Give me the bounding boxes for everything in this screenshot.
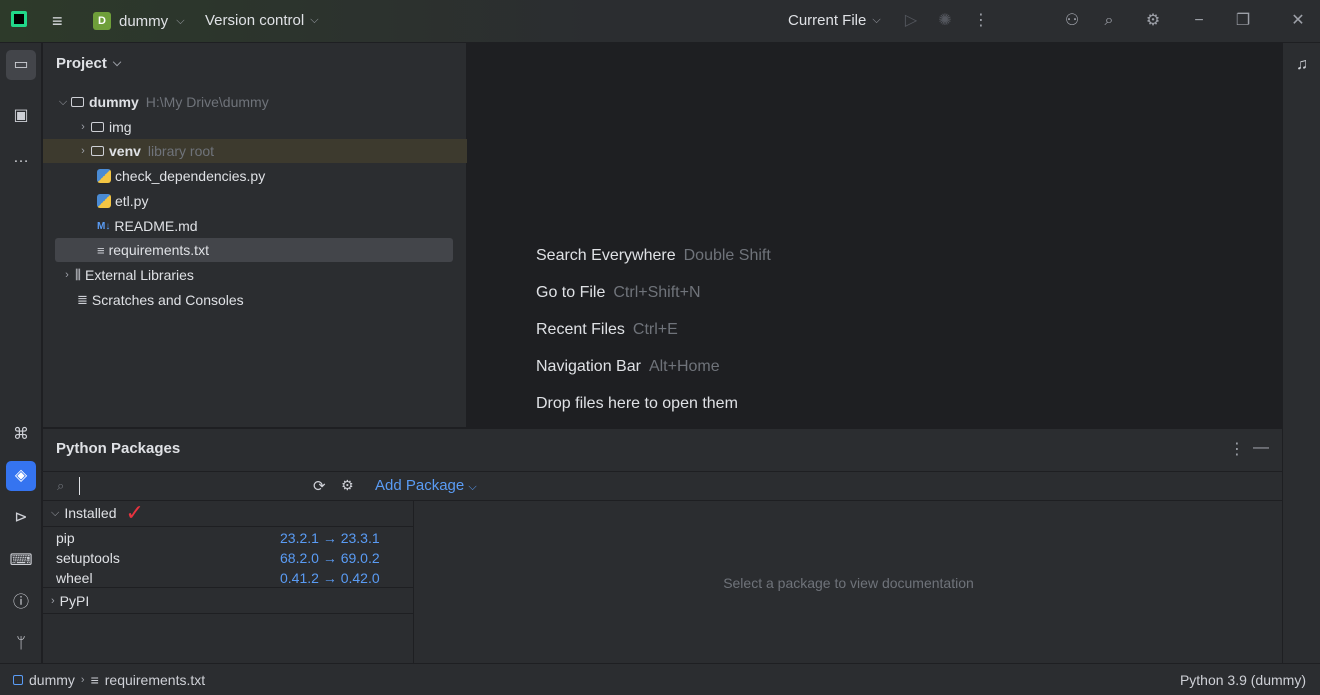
breadcrumb-module[interactable]: dummy (29, 672, 75, 688)
red-checkmark-annotation: ✓ (125, 500, 144, 525)
python-packages-title: Python Packages (56, 440, 181, 457)
chevron-right-icon[interactable]: › (59, 269, 75, 281)
python-file-icon (97, 194, 111, 208)
chevron-down-icon: ⌵ (112, 57, 122, 69)
refresh-icon[interactable]: ⟳ (313, 477, 326, 495)
run-config-selector[interactable]: Current File ⌵ (788, 12, 881, 29)
welcome-navigation-bar: Navigation Bar Alt+Home (536, 358, 720, 375)
tree-item-readme[interactable]: M↓ README.md (55, 214, 455, 238)
services-run-icon[interactable]: ⊳ (6, 503, 36, 533)
project-tool-folder-icon[interactable]: ▭ (6, 50, 36, 80)
package-row-wheel[interactable]: wheel 0.41.2 → 0.42.0 (43, 570, 414, 586)
run-config-label: Current File (788, 12, 867, 29)
main-menu-icon[interactable]: ≡ (52, 12, 70, 30)
module-icon (13, 675, 23, 685)
markdown-file-icon: M↓ (97, 220, 111, 232)
tree-item-scratches[interactable]: ≣ Scratches and Consoles (55, 288, 455, 312)
project-switcher[interactable]: D dummy ⌵ (93, 10, 185, 32)
close-icon[interactable]: ✕ (1287, 10, 1309, 32)
settings-gear-icon[interactable]: ⚙ (1142, 10, 1164, 32)
chevron-right-icon: › (80, 674, 85, 686)
title-bar: ≡ D dummy ⌵ Version control ⌵ Current Fi… (0, 0, 1320, 43)
search-icon[interactable]: ⌕ (1098, 10, 1120, 32)
terminal-icon[interactable]: ⌨ (6, 546, 36, 576)
pypi-group-header[interactable]: › PyPI (51, 593, 89, 609)
python-packages-layers-icon[interactable]: ◈ (6, 461, 36, 491)
tree-item-dummy[interactable]: ⌵ dummy H:\My Drive\dummy (55, 90, 455, 114)
tree-item-check-dependencies[interactable]: check_dependencies.py (55, 164, 455, 188)
status-bar: dummy › ≡ requirements.txt Python 3.9 (d… (0, 663, 1320, 695)
search-icon: ⌕ (57, 478, 65, 493)
package-row-pip[interactable]: pip 23.2.1 → 23.3.1 (43, 530, 414, 546)
installed-group-header[interactable]: ⌵ Installed ✓ (51, 500, 144, 525)
hide-panel-icon[interactable]: — (1253, 439, 1269, 457)
chevron-right-icon[interactable]: › (75, 145, 91, 157)
chevron-down-icon: ⌵ (176, 14, 185, 27)
breadcrumb: dummy › ≡ requirements.txt (13, 672, 205, 688)
tree-item-requirements[interactable]: ≡ requirements.txt (55, 238, 453, 262)
minimize-icon[interactable]: − (1188, 10, 1210, 32)
python-console-icon[interactable]: ⌘ (6, 420, 36, 450)
more-tools-icon[interactable]: … (6, 143, 36, 173)
folder-icon (71, 97, 84, 107)
right-tool-strip: ♫ (1282, 43, 1320, 663)
package-row-setuptools[interactable]: setuptools 68.2.0 → 69.0.2 (43, 550, 414, 566)
tree-item-external-libraries[interactable]: › ⫼ External Libraries (55, 263, 455, 287)
chevron-down-icon[interactable]: ⌵ (55, 96, 71, 109)
python-packages-panel: Python Packages ⋮ — ⌕ ⟳ ⚙ Add Package ⌵ … (43, 428, 1282, 664)
folder-icon (91, 122, 104, 132)
version-control-label: Version control (205, 12, 305, 29)
structure-tool-icon[interactable]: ▣ (6, 101, 36, 131)
add-package-button[interactable]: Add Package ⌵ (375, 477, 477, 494)
chevron-down-icon: ⌵ (872, 14, 881, 26)
tree-item-venv[interactable]: › venv library root (43, 139, 467, 163)
more-options-icon[interactable]: ⋮ (1229, 439, 1245, 459)
divider (43, 587, 414, 588)
package-list: ⌵ Installed ✓ pip 23.2.1 → 23.3.1 setupt… (43, 501, 414, 664)
chevron-down-icon: ⌵ (51, 506, 60, 519)
library-icon: ⫼ (75, 267, 81, 282)
chevron-right-icon: › (51, 595, 55, 607)
python-file-icon (97, 169, 111, 183)
text-file-icon: ≡ (97, 242, 105, 258)
project-panel-title[interactable]: Project ⌵ (56, 55, 121, 72)
notifications-bell-icon[interactable]: ♫ (1287, 50, 1317, 80)
divider (43, 613, 414, 614)
debug-icon[interactable]: ✺ (934, 10, 956, 32)
tree-item-img[interactable]: › img (55, 115, 455, 139)
chevron-right-icon[interactable]: › (75, 121, 91, 133)
folder-icon (91, 146, 104, 156)
package-documentation-placeholder: Select a package to view documentation (723, 574, 974, 591)
project-badge: D (93, 12, 111, 30)
project-panel: Project ⌵ ⌵ dummy H:\My Drive\dummy › im… (43, 43, 467, 427)
version-control-menu[interactable]: Version control ⌵ (205, 12, 319, 29)
scratches-icon: ≣ (77, 292, 88, 307)
add-user-icon[interactable]: ⚇ (1061, 10, 1083, 32)
project-name: dummy (119, 12, 169, 30)
tree-item-etl[interactable]: etl.py (55, 189, 455, 213)
gear-icon[interactable]: ⚙ (341, 477, 354, 494)
restore-icon[interactable]: ❐ (1232, 10, 1254, 32)
text-file-icon: ≡ (90, 672, 99, 688)
interpreter-selector[interactable]: Python 3.9 (dummy) (1180, 672, 1306, 688)
run-icon[interactable]: ▷ (900, 10, 922, 32)
welcome-search-everywhere: Search Everywhere Double Shift (536, 247, 771, 264)
divider (43, 526, 414, 527)
welcome-drop-files: Drop files here to open them (536, 395, 738, 412)
git-branch-icon[interactable]: ᛘ (6, 629, 36, 659)
welcome-go-to-file: Go to File Ctrl+Shift+N (536, 284, 701, 301)
pycharm-logo-icon (11, 11, 27, 27)
editor-empty-state: Search Everywhere Double Shift Go to File… (468, 43, 1282, 427)
chevron-down-icon: ⌵ (310, 14, 319, 26)
breadcrumb-file[interactable]: requirements.txt (105, 672, 205, 688)
packages-toolbar: ⌕ ⟳ ⚙ Add Package ⌵ (43, 471, 1282, 501)
left-tool-strip: ▭ ▣ … ⌘ ◈ ⊳ ⌨ ⓘ ᛘ (0, 43, 42, 663)
more-actions-icon[interactable]: ⋮ (970, 10, 992, 32)
chevron-down-icon: ⌵ (468, 481, 477, 493)
problems-warning-icon[interactable]: ⓘ (6, 588, 36, 618)
package-search-input[interactable] (79, 477, 80, 495)
welcome-recent-files: Recent Files Ctrl+E (536, 321, 678, 338)
